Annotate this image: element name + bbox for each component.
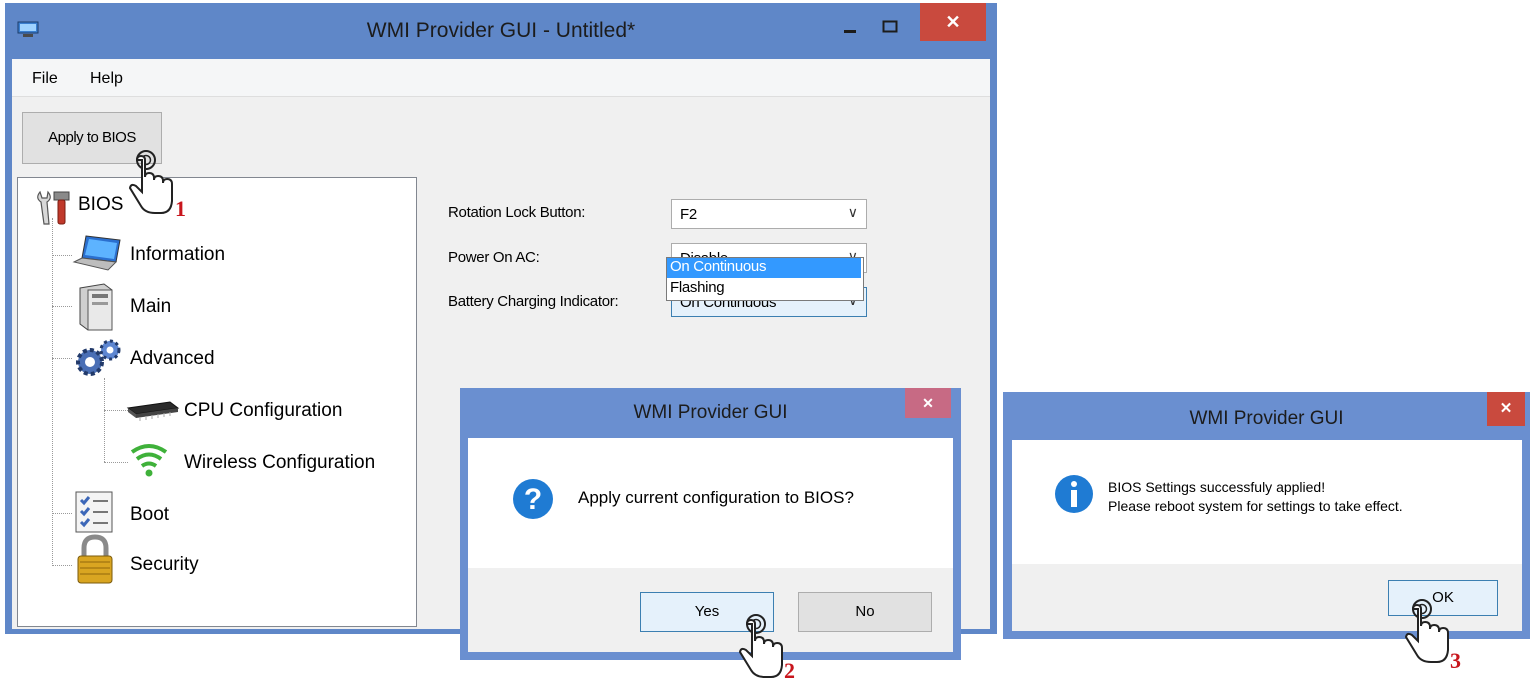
- rotation-lock-value: F2: [680, 206, 697, 223]
- info-dialog-body: BIOS Settings successfuly applied! Pleas…: [1012, 440, 1522, 564]
- confirm-dialog-footer: Yes No: [468, 568, 953, 652]
- hand-pointer-icon: [128, 150, 173, 214]
- no-button[interactable]: No: [798, 592, 932, 632]
- menu-file[interactable]: File: [32, 70, 58, 88]
- title-bar[interactable]: WMI Provider GUI - Untitled* ✕: [5, 3, 997, 59]
- confirm-dialog-body: ? Apply current configuration to BIOS?: [468, 438, 953, 568]
- tree-item-advanced[interactable]: Advanced: [130, 348, 215, 370]
- info-message-line1: BIOS Settings successfuly applied!: [1108, 479, 1326, 495]
- svg-text:?: ?: [524, 483, 542, 516]
- confirm-message: Apply current configuration to BIOS?: [578, 488, 854, 507]
- tree-item-main[interactable]: Main: [130, 296, 171, 318]
- checklist-icon: [75, 491, 113, 533]
- menu-bar: File Help: [12, 59, 990, 97]
- info-icon: [1055, 475, 1093, 513]
- minimize-icon: [844, 30, 856, 33]
- tree-item-cpu-configuration[interactable]: CPU Configuration: [184, 400, 342, 422]
- padlock-icon: [77, 534, 113, 584]
- minimize-button[interactable]: [835, 13, 865, 41]
- confirm-dialog-title: WMI Provider GUI: [633, 402, 788, 423]
- dropdown-option-on-continuous[interactable]: On Continuous: [667, 258, 861, 278]
- info-dialog: WMI Provider GUI ✕ BIOS Settings success…: [1003, 392, 1530, 639]
- maximize-icon: [882, 20, 898, 33]
- confirm-dialog: WMI Provider GUI ✕ ? Apply current confi…: [460, 388, 961, 660]
- rotation-lock-combo[interactable]: F2 ∨: [671, 199, 867, 229]
- menu-help[interactable]: Help: [90, 70, 123, 88]
- wifi-icon: [130, 444, 168, 477]
- rotation-lock-label: Rotation Lock Button:: [448, 204, 586, 221]
- tools-icon: [37, 190, 70, 225]
- info-message-line2: Please reboot system for settings to tak…: [1108, 498, 1403, 514]
- tree-item-information[interactable]: Information: [130, 244, 225, 266]
- cpu-chip-icon: [126, 401, 180, 421]
- tree-item-bios[interactable]: BIOS: [78, 194, 123, 216]
- hand-pointer-icon: [738, 614, 783, 678]
- bios-tree-panel[interactable]: BIOS Information Main Advanced CPU Confi…: [17, 177, 417, 627]
- tree-item-security[interactable]: Security: [130, 554, 199, 576]
- chevron-down-icon: ∨: [847, 204, 858, 220]
- dropdown-option-flashing[interactable]: Flashing: [667, 279, 861, 299]
- battery-charging-label: Battery Charging Indicator:: [448, 293, 619, 310]
- gears-icon: [76, 339, 121, 376]
- step-number-1: 1: [175, 196, 186, 221]
- maximize-button[interactable]: [875, 13, 905, 41]
- info-dialog-title: WMI Provider GUI: [1189, 408, 1344, 429]
- info-close-button[interactable]: ✕: [1487, 392, 1525, 426]
- tree-item-wireless-configuration[interactable]: Wireless Configuration: [184, 452, 375, 474]
- confirm-close-button[interactable]: ✕: [905, 388, 951, 418]
- battery-dropdown-list[interactable]: On Continuous Flashing: [666, 257, 864, 301]
- power-on-ac-label: Power On AC:: [448, 249, 540, 266]
- tree-item-boot[interactable]: Boot: [130, 504, 169, 526]
- info-message: BIOS Settings successfuly applied! Pleas…: [1108, 478, 1403, 516]
- step-number-2: 2: [784, 658, 795, 683]
- hand-pointer-icon: [1404, 599, 1449, 663]
- laptop-icon: [72, 235, 121, 271]
- question-icon: ?: [513, 479, 553, 519]
- close-button[interactable]: ✕: [920, 3, 986, 41]
- computer-tower-icon: [79, 283, 113, 331]
- step-number-3: 3: [1450, 648, 1461, 673]
